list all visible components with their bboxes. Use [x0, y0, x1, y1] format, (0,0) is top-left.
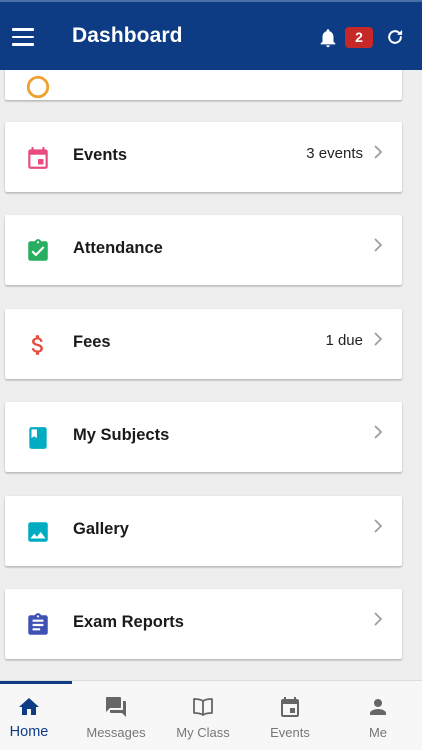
menu-label: My Subjects — [73, 426, 170, 444]
menu-card-attendance[interactable]: Attendance — [5, 215, 402, 285]
chevron-right-icon — [374, 145, 383, 159]
report-icon — [28, 613, 48, 635]
dollar-icon — [31, 335, 43, 355]
chevron-right-icon — [374, 238, 383, 252]
tab-home[interactable]: Home — [0, 681, 72, 750]
menu-label: Fees — [73, 333, 111, 351]
menu-label: Exam Reports — [73, 613, 184, 631]
menu-card-my-subjects[interactable]: My Subjects — [5, 402, 402, 472]
menu-label: Attendance — [73, 239, 163, 257]
notification-badge[interactable]: 2 — [345, 27, 373, 48]
tab-my-class[interactable]: My Class — [160, 681, 246, 750]
home-icon — [19, 698, 39, 715]
menu-card-events[interactable]: Events 3 events — [5, 122, 402, 192]
events-count: 3 events — [306, 145, 363, 162]
clipboard-check-icon — [28, 239, 48, 261]
app-bar: Dashboard 2 — [0, 0, 422, 70]
tab-label: Me — [368, 725, 388, 740]
menu-label: Events — [73, 146, 128, 164]
chevron-right-icon — [374, 425, 383, 439]
open-book-icon — [193, 698, 213, 716]
chevron-right-icon — [374, 612, 383, 626]
person-icon — [370, 699, 386, 715]
tab-label: Home — [9, 724, 49, 740]
image-icon — [28, 522, 48, 542]
hamburger-menu-icon[interactable] — [12, 28, 34, 46]
tab-label: Events — [270, 725, 310, 740]
calendar-icon — [281, 697, 299, 717]
tab-events[interactable]: Events — [247, 681, 333, 750]
menu-card-exam-reports[interactable]: Exam Reports — [5, 589, 402, 659]
bottom-navigation: Home Messages My Class Events Me — [0, 680, 422, 750]
tab-me[interactable]: Me — [335, 681, 421, 750]
notification-bell-icon[interactable] — [317, 26, 339, 50]
refresh-icon[interactable] — [385, 27, 405, 47]
messages-icon — [106, 697, 126, 717]
menu-label: Gallery — [73, 520, 129, 538]
tab-label: Messages — [86, 725, 146, 740]
fees-due: 1 due — [325, 332, 363, 349]
tab-label: My Class — [176, 725, 230, 740]
dashboard-menu-list: Events 3 events Attendance Fees 1 due My… — [0, 70, 422, 680]
chevron-right-icon — [374, 519, 383, 533]
calendar-icon — [28, 147, 48, 169]
menu-card-fees[interactable]: Fees 1 due — [5, 309, 402, 379]
tab-messages[interactable]: Messages — [73, 681, 159, 750]
clock-icon — [26, 75, 50, 99]
page-title: Dashboard — [72, 24, 183, 47]
menu-card-gallery[interactable]: Gallery — [5, 496, 402, 566]
book-icon — [29, 427, 47, 449]
chevron-right-icon — [374, 332, 383, 346]
menu-card-partial[interactable] — [5, 70, 402, 100]
